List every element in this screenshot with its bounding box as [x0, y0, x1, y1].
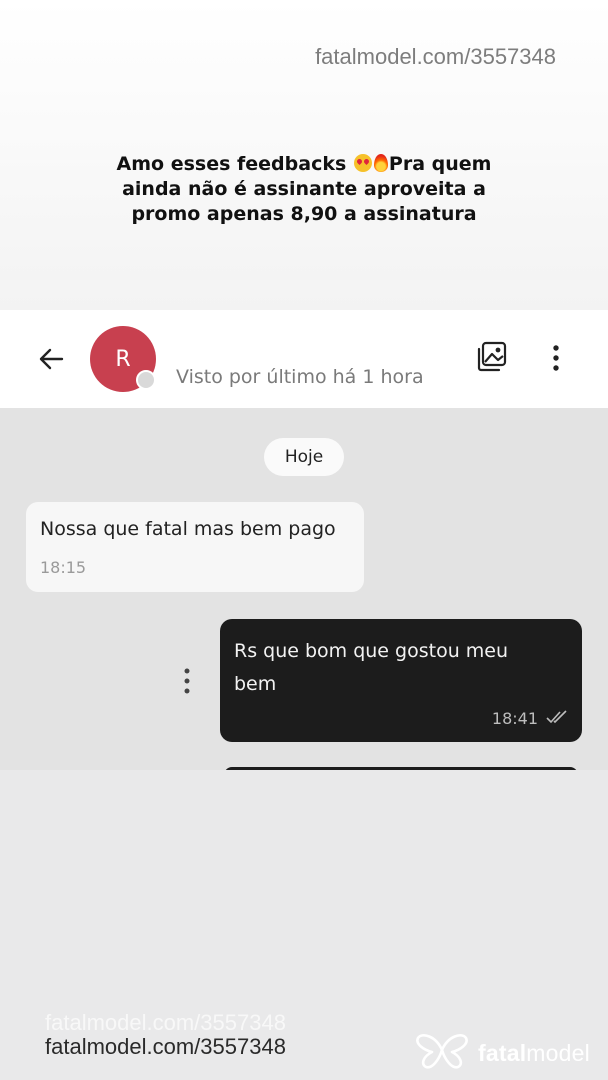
presence-indicator: [136, 370, 156, 390]
watermark-url-top: fatalmodel.com/3557348: [315, 44, 556, 69]
message-text: Rs que bom que gostou meu bem: [234, 640, 509, 695]
brand-name: fatalmodel: [478, 1040, 590, 1066]
caption-text-start: Amo esses feedbacks: [116, 153, 347, 175]
butterfly-logo-icon: [416, 1034, 468, 1069]
back-arrow-icon[interactable]: [36, 344, 66, 374]
media-gallery-icon[interactable]: [474, 340, 508, 374]
chat-header: R Visto por último há 1 hora: [0, 310, 608, 408]
chat-area[interactable]: Hoje Nossa que fatal mas bem pago 18:15 …: [0, 408, 608, 770]
story-top-area: fatalmodel.com/3557348 Amo esses feedbac…: [0, 0, 608, 310]
message-incoming[interactable]: Nossa que fatal mas bem pago 18:15: [26, 502, 364, 592]
watermark-url-ghost: fatalmodel.com/3557348: [45, 1010, 286, 1035]
read-receipt-icon: [546, 710, 567, 724]
message-time: 18:15: [40, 558, 87, 577]
more-options-icon[interactable]: [545, 342, 567, 374]
date-separator: Hoje: [264, 438, 344, 476]
brand-watermark: fatalmodel: [414, 1030, 600, 1072]
message-time: 18:41: [491, 709, 538, 728]
message-outgoing[interactable]: Rs que bom que gostou meu bem 18:41: [220, 619, 582, 742]
story-caption: Amo esses feedbacks Pra quem ainda não é…: [104, 152, 504, 227]
message-options-icon[interactable]: [176, 666, 198, 696]
heart-eyes-emoji-icon: [353, 154, 372, 172]
last-seen-status: Visto por último há 1 hora: [176, 366, 424, 388]
fire-emoji-icon: [373, 154, 388, 172]
date-label: Hoje: [284, 447, 324, 467]
avatar-initial: R: [115, 346, 131, 372]
message-text: Nossa que fatal mas bem pago: [40, 518, 336, 540]
watermark-url-bottom: fatalmodel.com/3557348: [45, 1034, 286, 1059]
